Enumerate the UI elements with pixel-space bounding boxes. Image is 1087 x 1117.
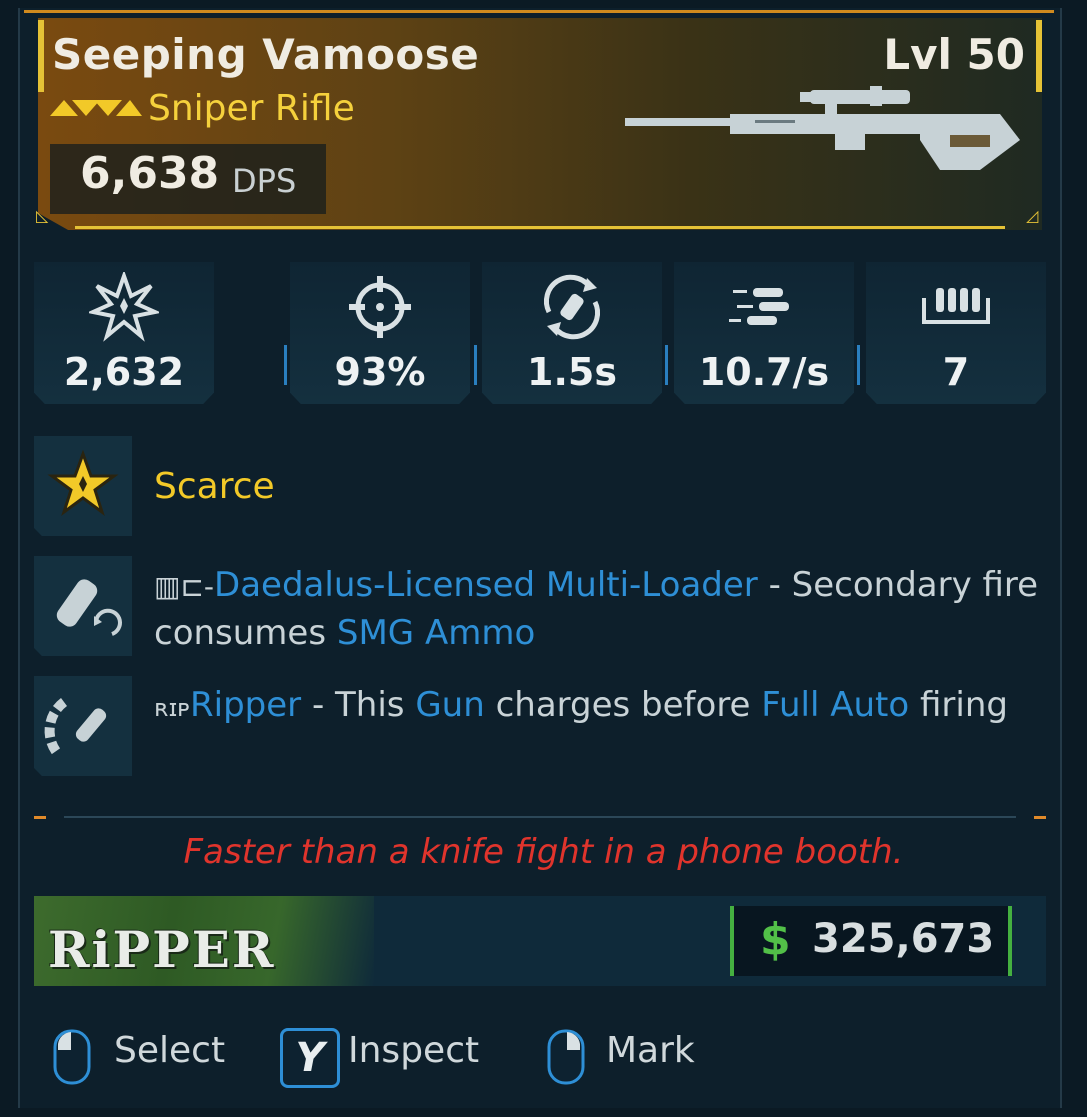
perk-2-desc-3: firing bbox=[909, 685, 1008, 725]
stat-magazine: 7 bbox=[866, 262, 1046, 404]
stat-reload: 1.5s bbox=[482, 262, 662, 404]
item-name: Seeping Vamoose bbox=[52, 30, 480, 79]
stat-accuracy: 93% bbox=[290, 262, 470, 404]
flavor-text: Faster than a knife fight in a phone boo… bbox=[183, 832, 904, 872]
rarity-chevron-icon bbox=[50, 100, 142, 116]
stat-magazine-value: 7 bbox=[942, 350, 970, 394]
corner-marker-left: ◺ bbox=[36, 206, 49, 225]
stat-damage: 2,632 bbox=[34, 262, 214, 404]
perk-2-highlight-1: Gun bbox=[415, 685, 485, 725]
stat-fire-rate-value: 10.7/s bbox=[698, 350, 830, 394]
mouse-left-icon[interactable] bbox=[52, 1028, 92, 1086]
perk-1-text: ▥⊏-Daedalus-Licensed Multi-Loader - Seco… bbox=[154, 562, 1044, 656]
stat-separator bbox=[284, 345, 287, 385]
perk-2-text: ʀɪᴘRipper - This Gun charges before Full… bbox=[154, 682, 1044, 731]
perk-2-icon-box bbox=[34, 676, 132, 776]
inspect-label[interactable]: Inspect bbox=[348, 1030, 479, 1071]
mouse-right-icon[interactable] bbox=[546, 1028, 586, 1086]
stat-reload-value: 1.5s bbox=[527, 350, 617, 394]
header-accent-left bbox=[38, 20, 44, 92]
perk-2-name: Ripper bbox=[190, 685, 302, 725]
perk-2-desc-1: - This bbox=[301, 685, 416, 725]
stat-fire-rate: 10.7/s bbox=[674, 262, 854, 404]
sniper-rifle-icon bbox=[625, 86, 1020, 170]
perk-2-highlight-2: Full Auto bbox=[761, 685, 910, 725]
reload-time-icon bbox=[543, 274, 601, 340]
rarity-perk-label: Scarce bbox=[154, 466, 275, 507]
stat-accuracy-value: 93% bbox=[334, 350, 426, 394]
multi-loader-icon bbox=[56, 579, 122, 636]
fire-rate-icon bbox=[729, 288, 789, 325]
perk-1-name: Daedalus-Licensed Multi-Loader bbox=[214, 565, 758, 605]
item-level: Lvl 50 bbox=[883, 30, 1025, 79]
stat-separator bbox=[665, 345, 668, 385]
magazine-size-icon bbox=[922, 288, 990, 324]
perk-1-highlight: SMG Ammo bbox=[336, 613, 536, 653]
perk-1-icon-box bbox=[34, 556, 132, 656]
manufacturer-mini-icon: ▥⊏- bbox=[154, 570, 215, 603]
select-label[interactable]: Select bbox=[114, 1030, 225, 1071]
perk-2-desc-2: charges before bbox=[484, 685, 762, 725]
rarity-perk-icon-box bbox=[34, 436, 132, 536]
stat-separator bbox=[474, 345, 477, 385]
stat-damage-value: 2,632 bbox=[63, 350, 185, 394]
scarce-star-icon bbox=[47, 449, 119, 516]
header-underline bbox=[75, 226, 1005, 229]
crosshair-accuracy-icon bbox=[349, 276, 411, 338]
stat-separator bbox=[857, 345, 860, 385]
item-price: 325,673 bbox=[812, 916, 995, 962]
corner-marker-right: ◿ bbox=[1026, 206, 1039, 225]
item-type: Sniper Rifle bbox=[148, 88, 355, 129]
manufacturer-logo: RiPPER bbox=[48, 920, 276, 979]
top-border bbox=[24, 10, 1054, 13]
flavor-divider bbox=[64, 816, 1016, 818]
y-button-icon[interactable]: Y bbox=[280, 1028, 340, 1088]
dps-value: 6,638 bbox=[80, 148, 220, 199]
damage-burst-icon bbox=[89, 272, 159, 342]
currency-icon: $ bbox=[760, 914, 791, 965]
mark-label[interactable]: Mark bbox=[606, 1030, 695, 1071]
ripper-charge-icon bbox=[44, 697, 107, 758]
divider-marker-left bbox=[34, 816, 46, 819]
divider-marker-right bbox=[1034, 816, 1046, 819]
ripper-mini-icon: ʀɪᴘ bbox=[154, 694, 190, 722]
dps-label: DPS bbox=[232, 162, 297, 200]
